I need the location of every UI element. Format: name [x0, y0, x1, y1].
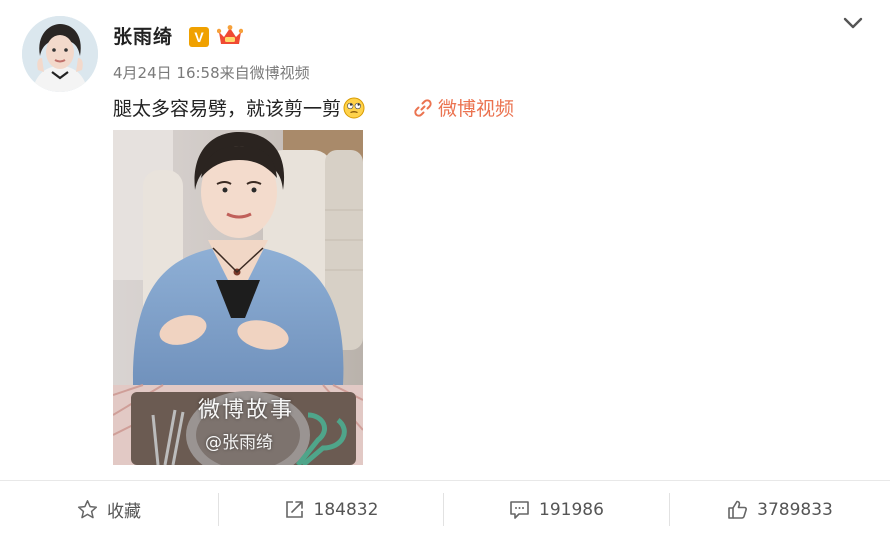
- comment-count: 191986: [539, 499, 604, 520]
- post-text: 腿太多容易劈，就该剪一剪: [113, 94, 365, 121]
- post-text-body: 腿太多容易劈，就该剪一剪: [113, 98, 342, 120]
- like-count: 3789833: [757, 499, 833, 520]
- thumbs-up-icon: [728, 500, 748, 519]
- watermark-title: 微博故事: [198, 398, 295, 423]
- eye-roll-emoji-icon: [343, 97, 365, 119]
- avatar[interactable]: [22, 16, 98, 92]
- weibo-post-card: 张雨绮 V 4月24日 16:58来自微博视频 腿太多容易劈，就该剪一剪 微博视…: [0, 0, 890, 538]
- post-meta: 4月24日 16:58来自微博视频: [113, 62, 310, 83]
- post-date[interactable]: 4月24日 16:58: [113, 64, 220, 82]
- verified-badge-icon: V: [189, 27, 209, 47]
- vip-crown-icon[interactable]: [217, 24, 243, 48]
- video-link-label: 微博视频: [438, 98, 515, 120]
- favorite-button[interactable]: 收藏: [0, 481, 218, 538]
- comment-icon: [510, 501, 529, 519]
- repost-button[interactable]: 184832: [219, 481, 443, 538]
- favorite-label: 收藏: [107, 502, 141, 522]
- repost-count: 184832: [313, 499, 379, 520]
- video-link[interactable]: 微博视频: [414, 94, 514, 121]
- comment-button[interactable]: 191986: [444, 481, 669, 538]
- chevron-down-icon[interactable]: [843, 16, 863, 30]
- share-icon: [285, 501, 303, 518]
- avatar-image: [22, 16, 98, 92]
- author-name[interactable]: 张雨绮: [113, 22, 173, 49]
- post-source[interactable]: 来自微博视频: [220, 64, 310, 82]
- link-icon: [414, 99, 432, 117]
- like-button[interactable]: 3789833: [670, 481, 890, 538]
- star-icon: [77, 500, 98, 519]
- watermark-handle: @张雨绮: [205, 433, 273, 453]
- video-thumbnail[interactable]: 微博故事 @张雨绮: [113, 130, 363, 465]
